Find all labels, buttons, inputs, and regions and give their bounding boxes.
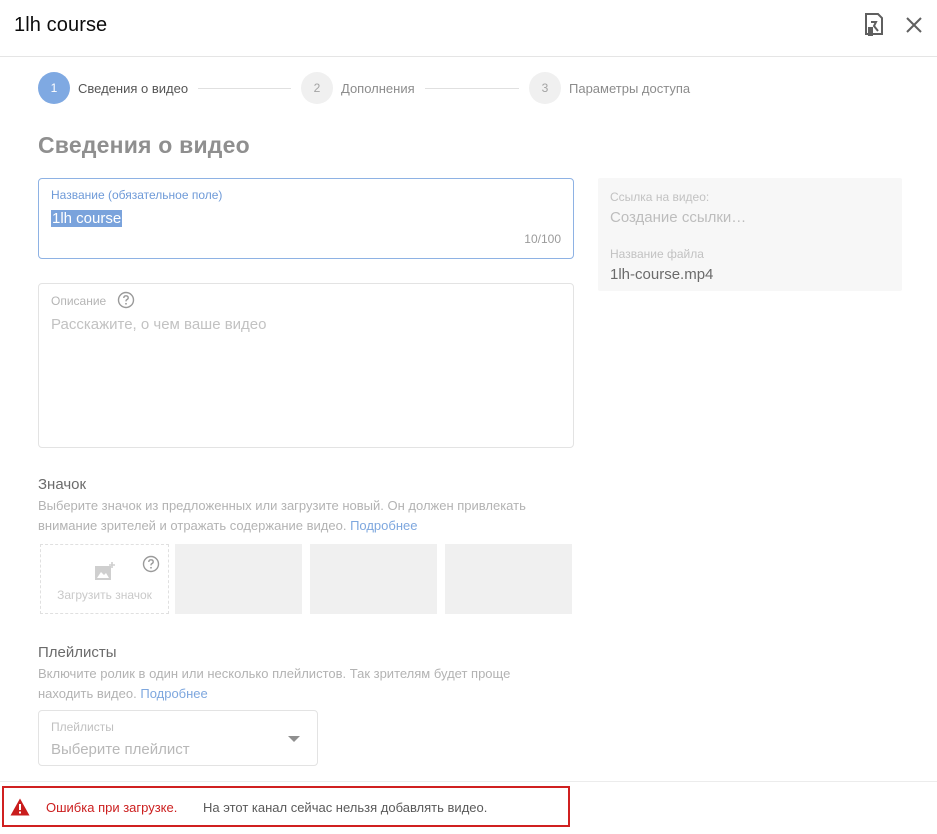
error-title: Ошибка при загрузке. (46, 800, 178, 815)
thumbnail-heading: Значок (38, 476, 87, 493)
help-icon[interactable] (142, 555, 160, 573)
filename-label: Название файла (610, 247, 704, 261)
warning-icon (10, 798, 30, 816)
playlist-select-label: Плейлисты (51, 720, 114, 734)
step-connector (425, 88, 519, 89)
playlists-description: Включите ролик в один или несколько плей… (38, 664, 538, 704)
thumbnail-description: Выберите значок из предложенных или загр… (38, 496, 558, 536)
description-placeholder: Расскажите, о чем ваше видео (51, 316, 267, 333)
video-info-card: Ссылка на видео: Создание ссылки… Назван… (598, 178, 902, 291)
title-field-value[interactable]: 1lh course (51, 210, 123, 227)
step-number: 3 (529, 72, 561, 104)
help-icon[interactable] (117, 291, 135, 309)
playlists-description-text: Включите ролик в один или несколько плей… (38, 666, 511, 701)
section-heading: Сведения о видео (38, 132, 250, 158)
filename-value: 1lh-course.mp4 (610, 266, 714, 283)
upload-thumbnail-button[interactable]: Загрузить значок (40, 544, 169, 614)
upload-stepper: 1 Сведения о видео 2 Дополнения 3 Параме… (38, 72, 738, 106)
title-field-label: Название (обязательное поле) (51, 188, 223, 202)
dialog-title: 1lh course (14, 14, 108, 36)
step-number: 1 (38, 72, 70, 104)
playlist-select[interactable]: Плейлисты Выберите плейлист (38, 710, 318, 766)
thumbnail-option[interactable] (445, 544, 572, 614)
title-field[interactable]: Название (обязательное поле) 1lh course … (38, 178, 574, 259)
playlists-heading: Плейлисты (38, 644, 117, 661)
thumbnail-option[interactable] (310, 544, 437, 614)
dialog-header: 1lh course (0, 0, 937, 57)
thumbnail-description-text: Выберите значок из предложенных или загр… (38, 498, 526, 533)
step-extras[interactable]: 2 Дополнения (301, 72, 415, 104)
add-image-icon (95, 562, 115, 580)
footer-divider (0, 781, 937, 782)
title-char-counter: 10/100 (524, 232, 561, 246)
video-link-value: Создание ссылки… (610, 209, 747, 226)
step-label: Дополнения (341, 80, 415, 96)
step-visibility[interactable]: 3 Параметры доступа (529, 72, 690, 104)
step-label: Параметры доступа (569, 80, 691, 96)
video-link-label: Ссылка на видео: (610, 190, 710, 204)
step-label: Сведения о видео (78, 80, 189, 96)
feedback-icon[interactable] (862, 12, 886, 38)
step-details[interactable]: 1 Сведения о видео (38, 72, 188, 104)
step-number: 2 (301, 72, 333, 104)
caret-down-icon (288, 736, 300, 742)
description-field-label: Описание (51, 294, 107, 308)
upload-error-bar: Ошибка при загрузке. На этот канал сейча… (2, 786, 570, 827)
upload-thumbnail-label: Загрузить значок (57, 588, 152, 602)
step-connector (198, 88, 291, 89)
thumbnail-learn-more-link[interactable]: Подробнее (350, 518, 417, 533)
error-message: На этот канал сейчас нельзя добавлять ви… (203, 800, 488, 815)
thumbnail-option[interactable] (175, 544, 302, 614)
close-icon[interactable] (903, 14, 925, 36)
playlist-select-value: Выберите плейлист (51, 741, 190, 758)
description-field[interactable]: Описание Расскажите, о чем ваше видео (38, 283, 574, 448)
playlists-learn-more-link[interactable]: Подробнее (140, 686, 207, 701)
